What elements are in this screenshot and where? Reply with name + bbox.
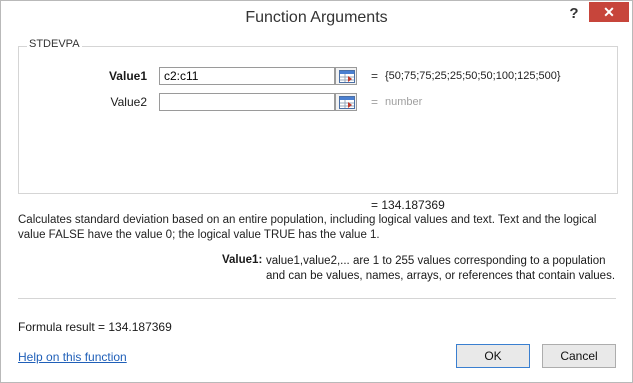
formula-result: Formula result = 134.187369 [18, 320, 172, 334]
value2-equals: = [371, 95, 379, 109]
argument-help-text: value1,value2,... are 1 to 255 values co… [266, 255, 616, 282]
value1-evaluated: {50;75;75;25;25;50;50;100;125;500} [385, 70, 561, 82]
collapse-dialog-icon [339, 96, 355, 109]
argument-help-name: Value1: [222, 254, 263, 266]
value2-input[interactable] [159, 93, 335, 111]
function-arguments-dialog: Function Arguments ? ✕ STDEVPA Value1 = … [0, 0, 633, 383]
result-preview: = 134.187369 [371, 198, 445, 212]
value2-label: Value2 [110, 95, 147, 109]
value1-equals: = [371, 69, 379, 83]
help-on-function-link[interactable]: Help on this function [18, 350, 127, 364]
value2-evaluated: number [385, 96, 423, 108]
function-description: Calculates standard deviation based on a… [18, 214, 597, 241]
collapse-dialog-icon [339, 70, 355, 83]
function-name: STDEVPA [27, 38, 82, 50]
close-button[interactable]: ✕ [589, 2, 629, 22]
dialog-title: Function Arguments [245, 9, 388, 26]
ok-button[interactable]: OK [456, 344, 530, 368]
value1-ref-button[interactable] [335, 67, 357, 85]
title-bar: Function Arguments ? ✕ [1, 1, 632, 33]
cancel-button[interactable]: Cancel [542, 344, 616, 368]
value1-label: Value1 [108, 69, 147, 83]
value2-ref-button[interactable] [335, 93, 357, 111]
divider [18, 298, 616, 299]
value1-input[interactable] [159, 67, 335, 85]
help-button[interactable]: ? [561, 3, 587, 25]
